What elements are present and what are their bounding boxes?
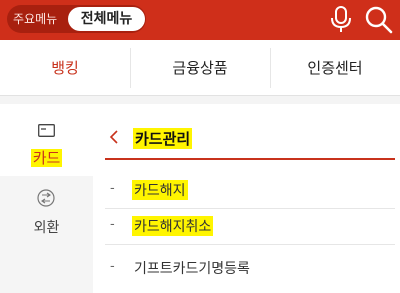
sidebar-item-card[interactable]: 카드 [0,104,93,176]
content-panel: 카드관리 - 카드해지 - 카드해지취소 - 기프트카드기명등록 [93,104,400,293]
menu-toggle[interactable]: 주요메뉴 전체메뉴 [7,5,146,33]
all-menu-tab[interactable]: 전체메뉴 [68,7,145,31]
tab-certification-center[interactable]: 인증센터 [270,40,400,96]
chevron-left-icon[interactable] [109,130,119,144]
tab-banking[interactable]: 뱅킹 [0,40,130,96]
tab-financial-products[interactable]: 금융상품 [130,40,270,96]
bullet-dash: - [110,181,115,196]
list-item[interactable]: - 카드해지 [105,173,395,209]
sidebar-item-label: 외환 [33,220,60,236]
microphone-icon[interactable] [329,6,353,34]
main-menu-tab[interactable]: 주요메뉴 [13,5,57,33]
section-header[interactable]: 카드관리 [105,122,395,160]
search-icon[interactable] [364,5,394,35]
list-item-label[interactable]: 카드해지취소 [132,216,214,236]
sidebar: 카드 외환 [0,104,93,293]
list-item-label[interactable]: 기프트카드기명등록 [132,258,252,278]
bullet-dash: - [110,259,115,274]
list-item[interactable]: - 기프트카드기명등록 [105,251,395,287]
exchange-icon [37,189,55,207]
list-item[interactable]: - 카드해지취소 [105,209,395,245]
sidebar-item-label: 카드 [30,149,63,167]
section-gap [0,96,400,104]
list-item-label[interactable]: 카드해지 [132,180,188,200]
bullet-dash: - [110,217,115,232]
sidebar-item-exchange[interactable]: 외환 [0,176,93,293]
section-title: 카드관리 [133,128,193,149]
top-bar: 주요메뉴 전체메뉴 [0,0,400,40]
category-tabs: 뱅킹 금융상품 인증센터 [0,40,400,96]
card-icon [38,124,55,137]
